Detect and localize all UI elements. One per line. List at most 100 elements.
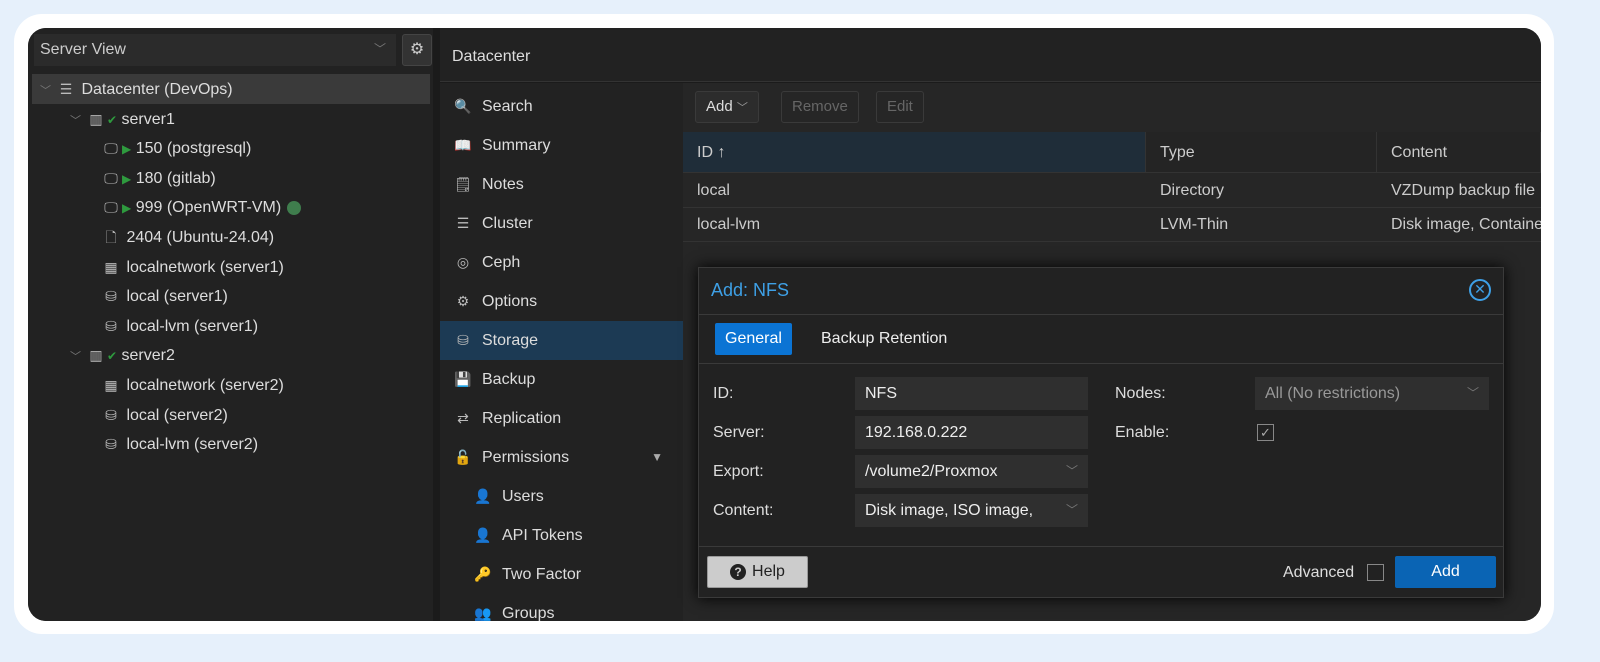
help-button[interactable]: ? Help xyxy=(707,556,808,588)
tree-item[interactable]: 🖵 ▶ 180 (gitlab) xyxy=(32,163,430,193)
running-icon: ▶ xyxy=(122,171,132,186)
nav-label: Cluster xyxy=(482,215,533,232)
nav-label: API Tokens xyxy=(502,527,583,544)
server-input[interactable]: 192.168.0.222 xyxy=(855,416,1088,449)
cluster-icon: ☰ xyxy=(456,215,470,231)
nav-label: Replication xyxy=(482,410,562,427)
nav-item-search[interactable]: 🔍 Search xyxy=(440,87,683,126)
column-type[interactable]: Type xyxy=(1146,132,1377,173)
divider xyxy=(699,314,1503,315)
nodes-value: All (No restrictions) xyxy=(1265,385,1401,402)
content-label: Content: xyxy=(713,502,774,519)
users-icon: 👤 xyxy=(474,488,492,504)
nav-item-api-tokens[interactable]: 👤 API Tokens xyxy=(440,516,683,555)
divider xyxy=(683,241,1541,242)
nav-label: Notes xyxy=(482,176,524,193)
storage-icon: ⛁ xyxy=(105,288,117,305)
nav-label: Options xyxy=(482,293,538,310)
nav-item-summary[interactable]: 📖 Summary xyxy=(440,126,683,165)
running-icon: ▶ xyxy=(122,142,132,157)
advanced-checkbox[interactable] xyxy=(1367,564,1384,581)
storage-icon: ⛁ xyxy=(457,332,469,348)
tab-general[interactable]: General xyxy=(715,323,792,355)
nav-item-options[interactable]: ⚙ Options xyxy=(440,282,683,321)
chevron-down-icon: ﹀ xyxy=(70,114,81,127)
online-check-icon: ✔ xyxy=(107,112,118,127)
tree-item[interactable]: 🖵 ▶ 999 (OpenWRT-VM) xyxy=(32,192,430,222)
export-select[interactable]: /volume2/Proxmox ﹀ xyxy=(855,455,1088,488)
table-cell[interactable]: local-lvm xyxy=(683,208,1146,241)
backup-icon: 💾 xyxy=(454,371,472,387)
export-value: /volume2/Proxmox xyxy=(865,463,998,480)
nav-item-cluster[interactable]: ☰ Cluster xyxy=(440,204,683,243)
nav-item-ceph[interactable]: ◎ Ceph xyxy=(440,243,683,282)
nav-label: Users xyxy=(502,488,544,505)
nav-item-groups[interactable]: 👥 Groups xyxy=(440,594,683,621)
storage-icon: ⛁ xyxy=(105,436,117,453)
tree-item-label: localnetwork (server1) xyxy=(126,258,284,276)
tree-item[interactable]: ⛁ local-lvm (server2) xyxy=(32,429,430,459)
add-menu-button[interactable]: Add ﹀ xyxy=(695,91,759,123)
vm-running-icon: 🖵 xyxy=(104,140,118,157)
tree-item[interactable]: ⛁ local (server1) xyxy=(32,281,430,311)
table-cell[interactable]: Directory xyxy=(1146,174,1377,207)
nav-label: Search xyxy=(482,98,533,115)
content-value: Disk image, ISO image, xyxy=(865,502,1034,519)
divider xyxy=(699,546,1503,547)
table-cell[interactable]: Disk image, Container xyxy=(1377,208,1541,241)
nav-item-notes[interactable]: 🗒 Notes xyxy=(440,165,683,204)
nav-item-storage[interactable]: ⛁ Storage xyxy=(440,321,683,360)
tree-item[interactable]: ▦ localnetwork (server2) xyxy=(32,370,430,400)
tree-item[interactable]: ⛁ local-lvm (server1) xyxy=(32,311,430,341)
nav-item-two-factor[interactable]: 🔑 Two Factor xyxy=(440,555,683,594)
nav-label: Permissions xyxy=(482,449,570,466)
table-cell[interactable]: LVM-Thin xyxy=(1146,208,1377,241)
view-selector[interactable]: Server View ﹀ xyxy=(34,34,396,66)
table-cell[interactable]: local xyxy=(683,174,1146,207)
two-factor-icon: 🔑 xyxy=(474,566,492,582)
tree-item-label: 999 (OpenWRT-VM) xyxy=(135,199,282,217)
column-content[interactable]: Content xyxy=(1377,132,1541,173)
close-icon[interactable]: ✕ xyxy=(1469,279,1491,301)
content-select[interactable]: Disk image, ISO image, ﹀ xyxy=(855,494,1088,527)
add-button[interactable]: Add xyxy=(1395,556,1496,588)
resource-tree-panel: Server View ﹀ ⚙ ﹀ ☰ Datacenter (DevOps) ﹀ ▥ ✔… xyxy=(28,28,433,621)
tree-item[interactable]: ▦ localnetwork (server1) xyxy=(32,252,430,282)
column-id[interactable]: ID ↑ xyxy=(683,132,1146,173)
ceph-icon: ◎ xyxy=(456,254,470,270)
nodes-select[interactable]: All (No restrictions) ﹀ xyxy=(1255,377,1489,410)
nav-item-replication[interactable]: ⇄ Replication xyxy=(440,399,683,438)
nav-item-permissions[interactable]: 🔓 Permissions ▼ xyxy=(440,438,683,477)
notes-icon: 🗒 xyxy=(454,176,472,192)
enable-checkbox[interactable]: ✓ xyxy=(1257,424,1274,441)
vm-running-icon: 🖵 xyxy=(104,169,118,186)
tree-item[interactable]: ﹀ ▥ ✔ server2 xyxy=(32,340,430,370)
tree-item[interactable]: ﹀ ☰ Datacenter (DevOps) xyxy=(32,74,430,104)
export-label: Export: xyxy=(713,463,764,480)
nav-item-users[interactable]: 👤 Users xyxy=(440,477,683,516)
chevron-down-icon: ﹀ xyxy=(70,351,81,364)
tree-item-label: server1 xyxy=(121,110,175,128)
tab-backup-retention[interactable]: Backup Retention xyxy=(811,323,957,355)
remove-button[interactable]: Remove xyxy=(781,91,859,123)
edit-button[interactable]: Edit xyxy=(876,91,924,123)
tree-item[interactable]: ⛁ local (server2) xyxy=(32,400,430,430)
table-cell[interactable]: VZDump backup file xyxy=(1377,174,1541,207)
tree-item[interactable]: 🗋 2404 (Ubuntu-24.04) xyxy=(32,222,430,252)
server-online-icon: ▥ xyxy=(89,347,103,364)
chevron-down-icon: ﹀ xyxy=(1065,464,1078,478)
tree-item-label: 2404 (Ubuntu-24.04) xyxy=(126,229,275,246)
nav-label: Backup xyxy=(482,371,536,388)
api-tokens-icon: 👤 xyxy=(474,527,492,543)
tree-item-label: local (server2) xyxy=(126,406,228,424)
nav-item-backup[interactable]: 💾 Backup xyxy=(440,360,683,399)
gear-icon[interactable]: ⚙ xyxy=(402,34,432,66)
server-label: Server: xyxy=(713,424,765,441)
network-icon: ▦ xyxy=(104,377,118,393)
chevron-down-icon: ﹀ xyxy=(40,85,51,97)
nav-label: Storage xyxy=(482,332,539,349)
view-label: Server View xyxy=(40,41,126,58)
id-input[interactable]: NFS xyxy=(855,377,1088,410)
tree-item[interactable]: ﹀ ▥ ✔ server1 xyxy=(32,104,430,134)
tree-item[interactable]: 🖵 ▶ 150 (postgresql) xyxy=(32,133,430,163)
